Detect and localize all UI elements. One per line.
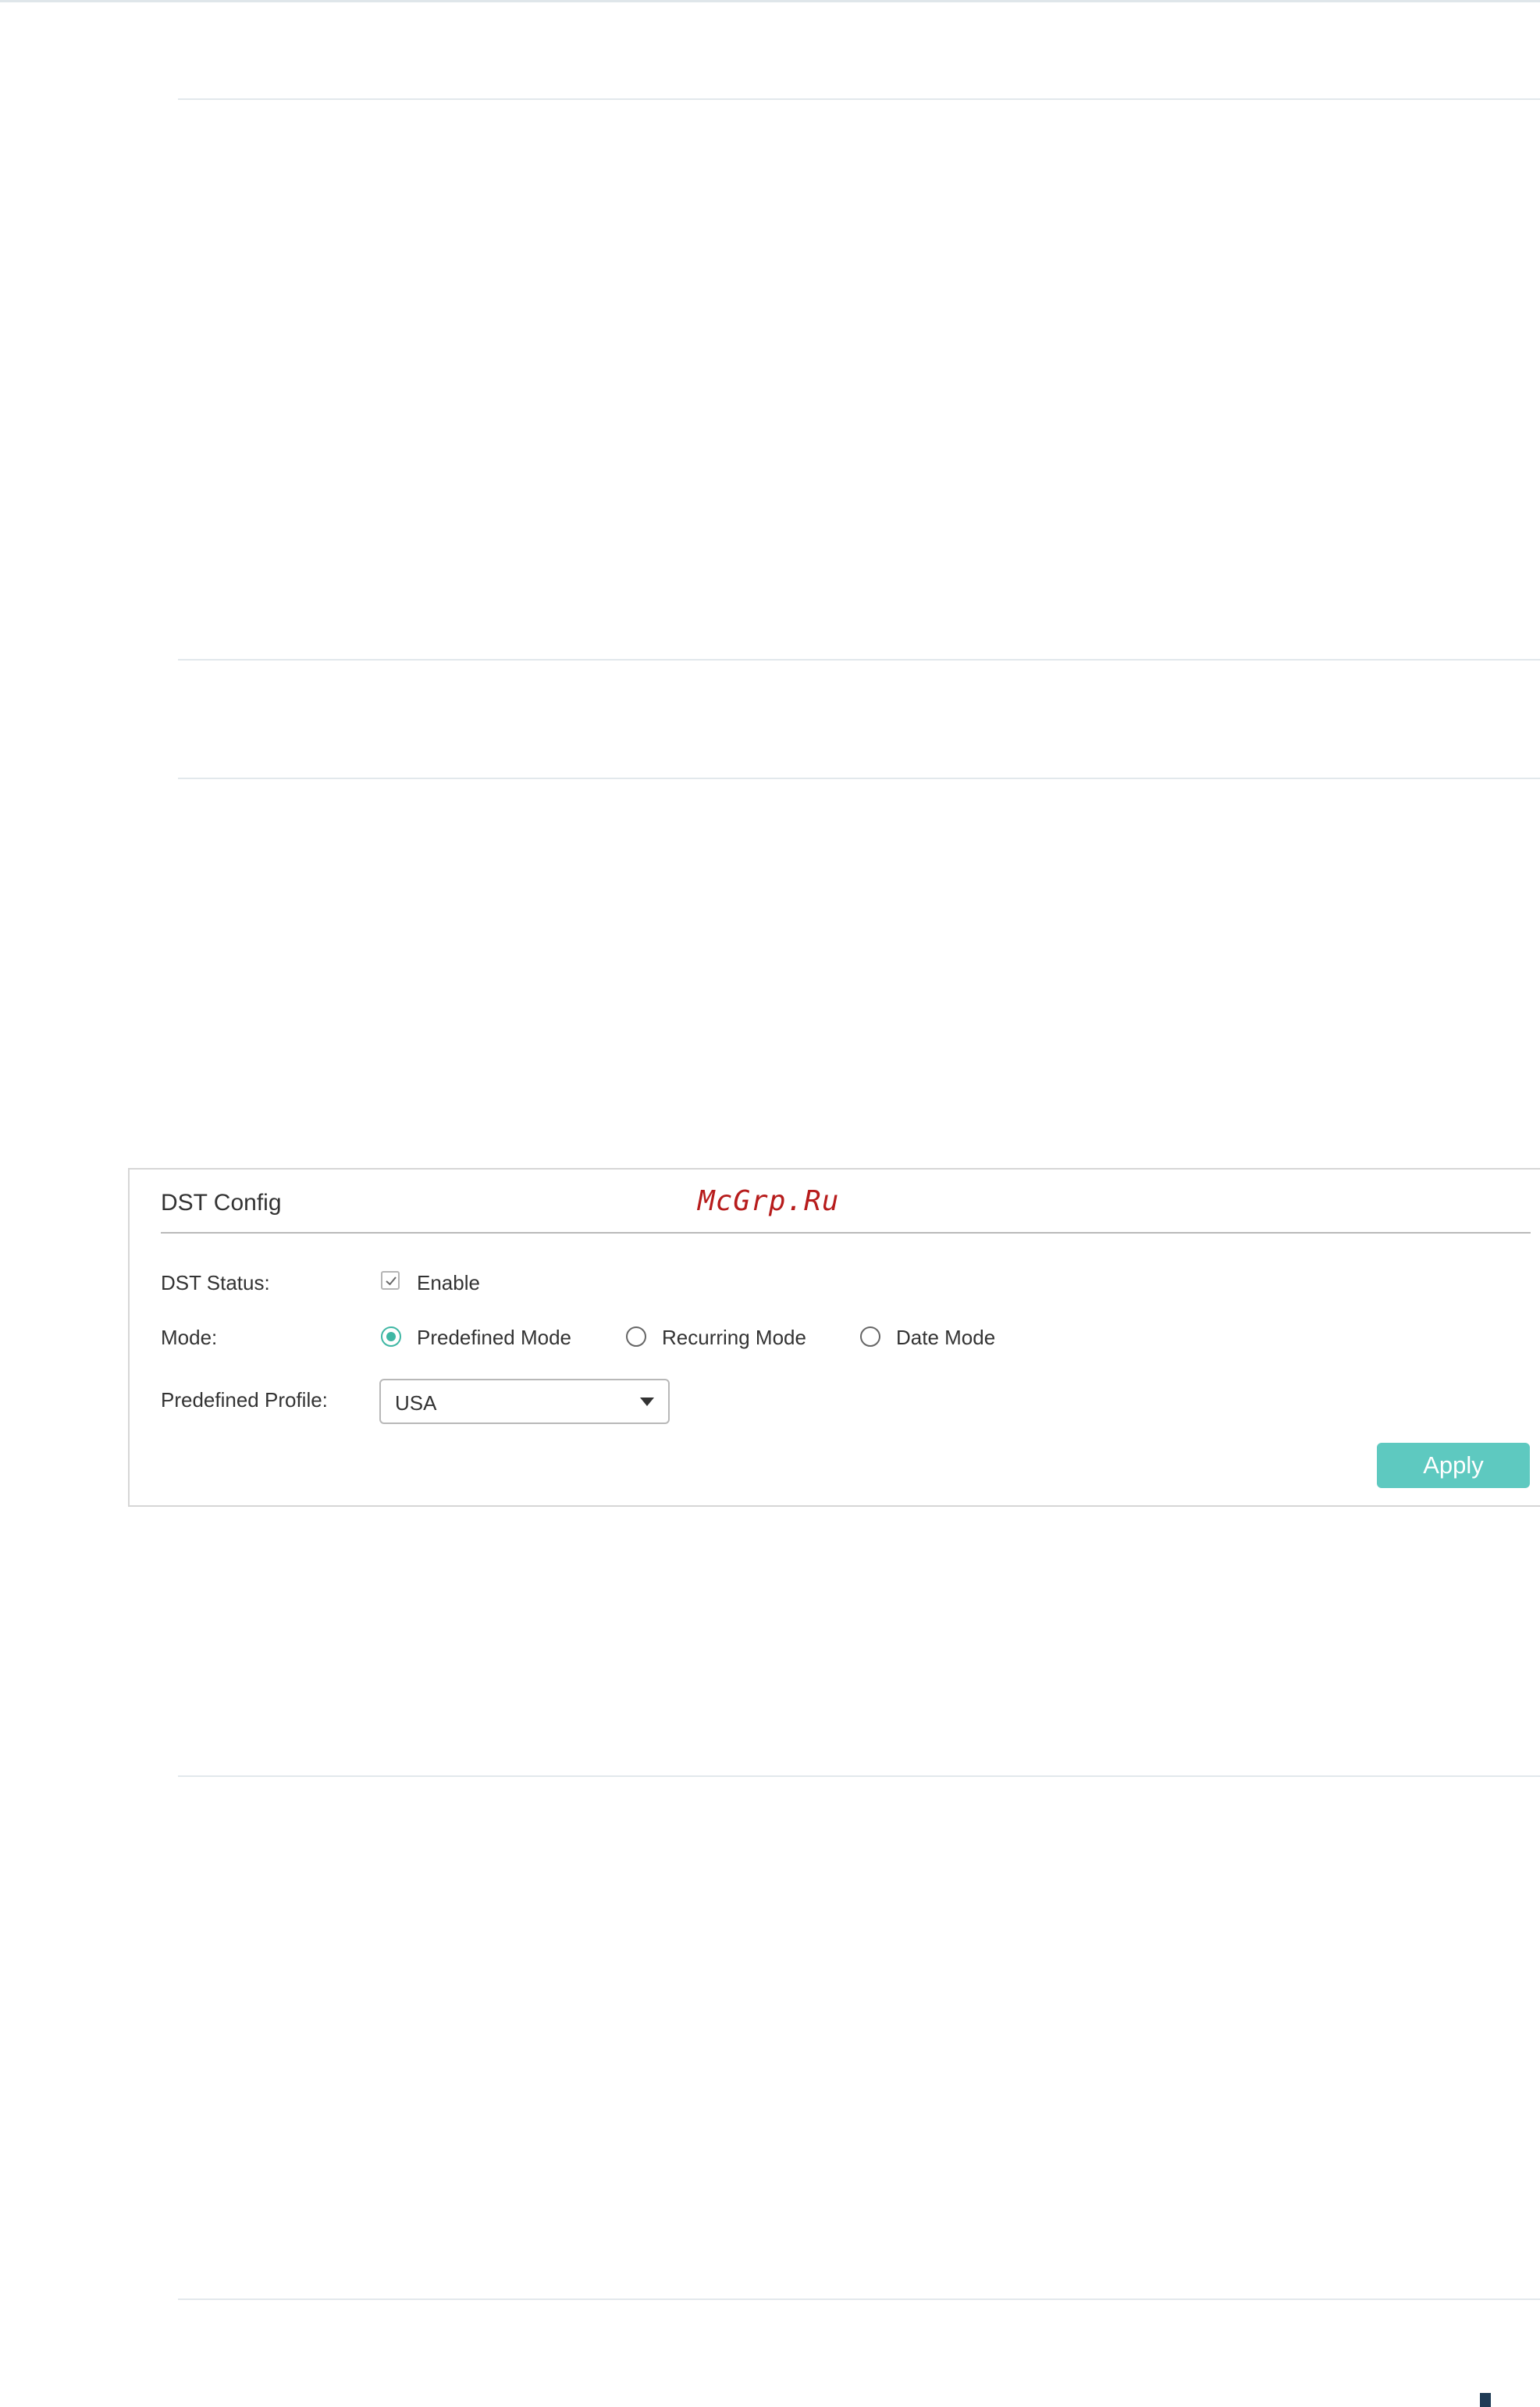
watermark-text: McGrp.Ru bbox=[698, 1185, 840, 1217]
dst-status-label: DST Status: bbox=[161, 1271, 270, 1294]
predefined-profile-label: Predefined Profile: bbox=[161, 1388, 328, 1412]
mode-label: Mode: bbox=[161, 1326, 218, 1349]
divider-line bbox=[178, 98, 1540, 100]
check-icon bbox=[386, 1276, 397, 1286]
divider-line bbox=[178, 2298, 1540, 2300]
page-corner-marker bbox=[1480, 2393, 1491, 2407]
divider-line bbox=[178, 1775, 1540, 1777]
apply-button[interactable]: Apply bbox=[1377, 1443, 1530, 1488]
caret-down-icon bbox=[640, 1398, 654, 1406]
radio-recurring-mode-label[interactable]: Recurring Mode bbox=[662, 1326, 806, 1350]
radio-date-mode-label[interactable]: Date Mode bbox=[896, 1326, 995, 1350]
divider-line bbox=[178, 778, 1540, 779]
panel-title-divider bbox=[161, 1232, 1531, 1234]
radio-predefined-mode-label[interactable]: Predefined Mode bbox=[417, 1326, 571, 1350]
radio-date-mode[interactable] bbox=[860, 1326, 880, 1347]
top-border bbox=[0, 0, 1540, 2]
predefined-profile-value: USA bbox=[395, 1391, 437, 1415]
dst-config-panel: DST Config McGrp.Ru DST Status: Enable M… bbox=[128, 1168, 1540, 1507]
dst-status-checkbox[interactable] bbox=[381, 1271, 400, 1290]
predefined-profile-select[interactable]: USA bbox=[379, 1379, 670, 1424]
dst-status-enable-label[interactable]: Enable bbox=[417, 1271, 480, 1295]
panel-title: DST Config bbox=[161, 1190, 282, 1216]
radio-predefined-mode[interactable] bbox=[381, 1326, 401, 1347]
divider-line bbox=[178, 659, 1540, 661]
radio-recurring-mode[interactable] bbox=[626, 1326, 646, 1347]
